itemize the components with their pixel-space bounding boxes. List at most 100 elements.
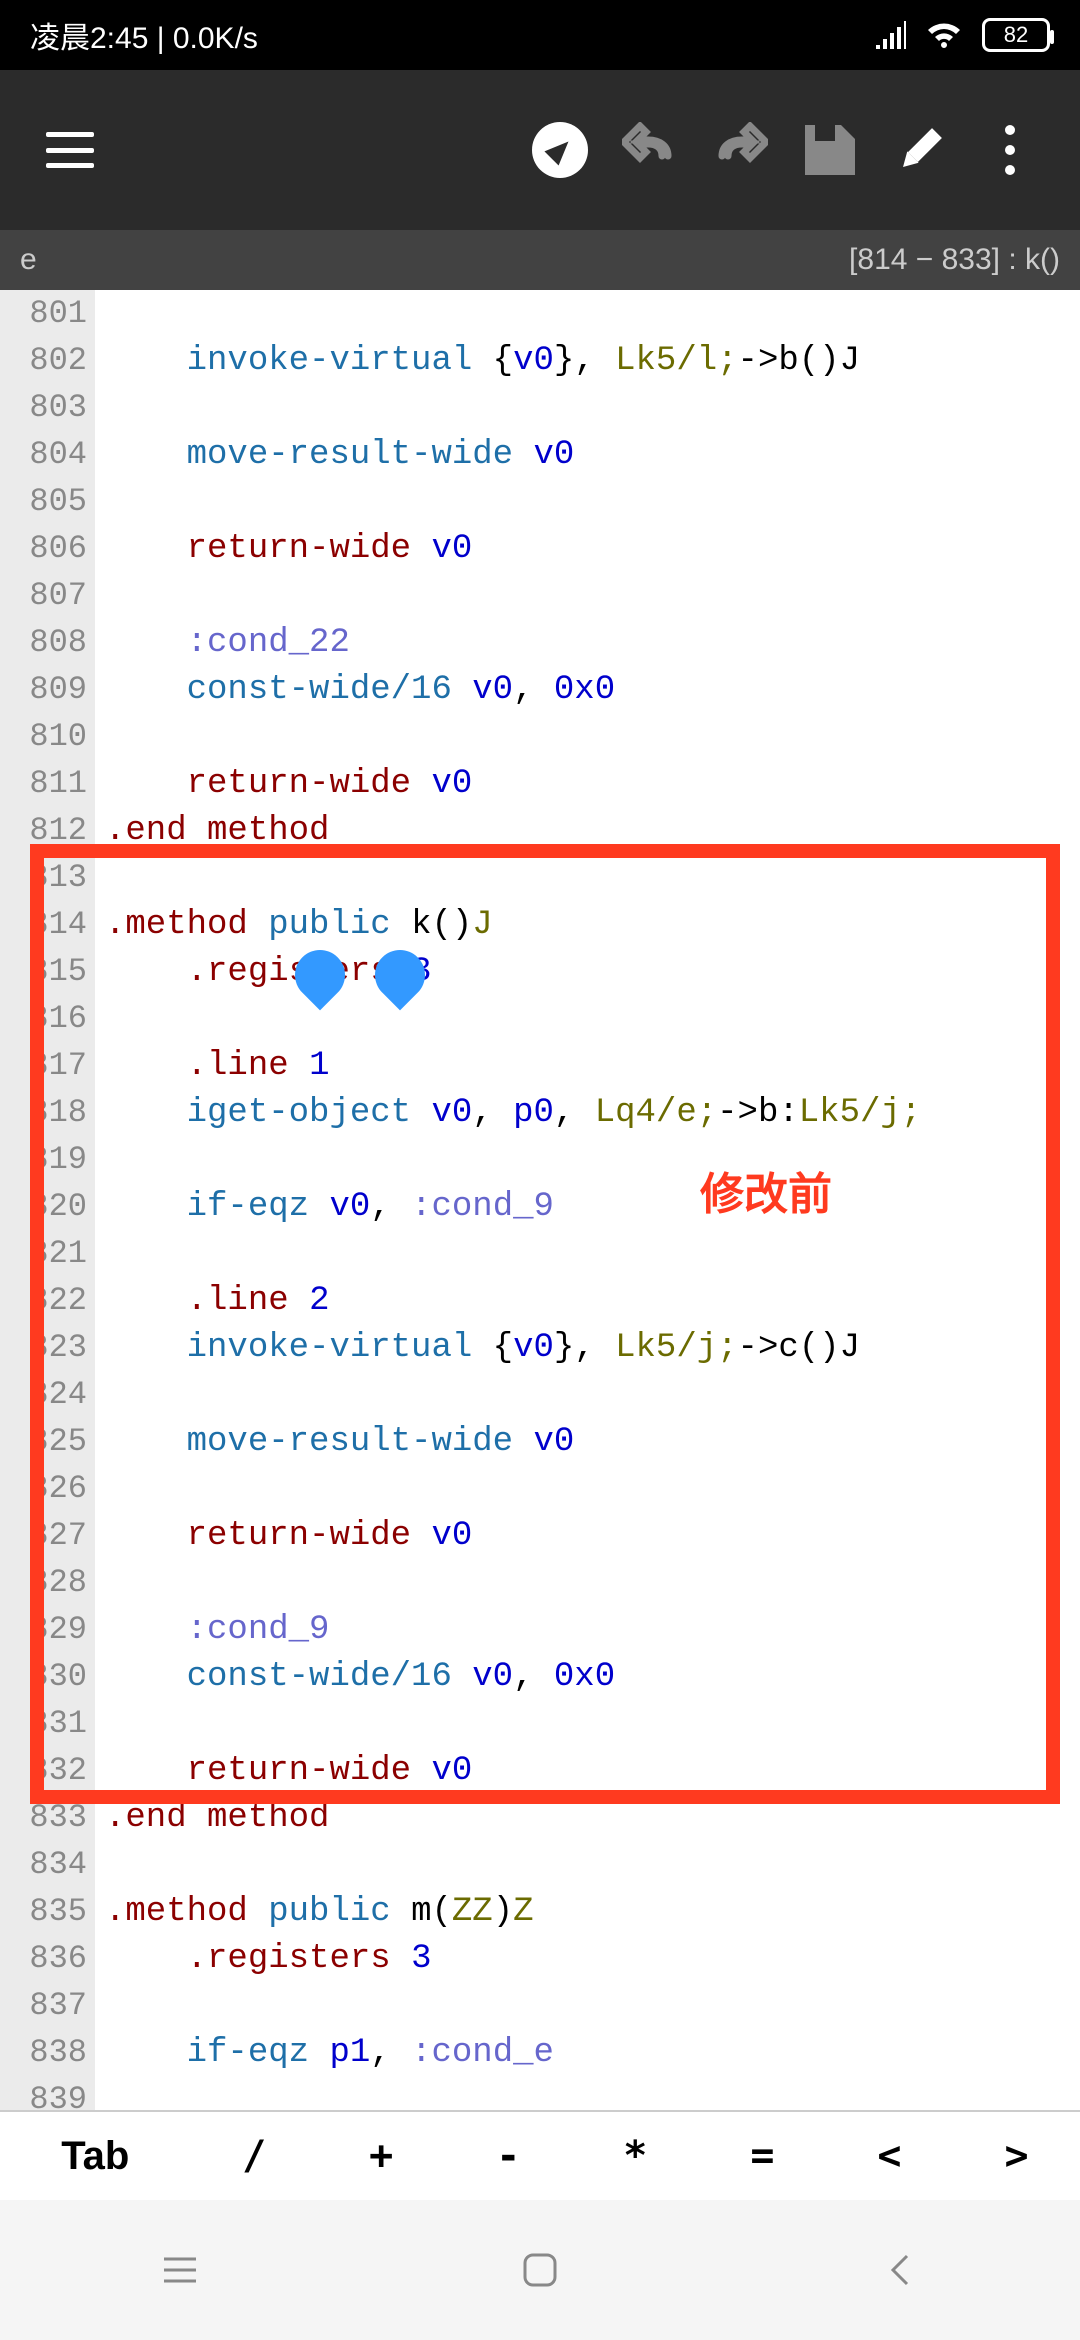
line-number: 816	[0, 995, 95, 1042]
code-line[interactable]: :cond_22	[95, 619, 350, 666]
code-line[interactable]: :cond_9	[95, 1606, 329, 1653]
line-number: 801	[0, 290, 95, 337]
sym-tab[interactable]: Tab	[0, 2112, 191, 2200]
compass-icon	[532, 122, 588, 178]
code-line[interactable]	[95, 1700, 105, 1747]
line-number: 828	[0, 1559, 95, 1606]
sym-slash[interactable]: /	[191, 2112, 318, 2200]
code-line[interactable]: if-eqz v0, :cond_9	[95, 1183, 554, 1230]
line-number: 825	[0, 1418, 95, 1465]
code-line[interactable]: invoke-virtual {v0}, Lk5/j;->c()J	[95, 1324, 860, 1371]
code-line[interactable]	[95, 478, 105, 525]
code-line[interactable]: invoke-virtual {v0}, Lk5/l;->b()J	[95, 337, 860, 384]
status-icons: 82	[874, 18, 1050, 52]
line-number: 823	[0, 1324, 95, 1371]
code-line[interactable]: .registers 3	[95, 1935, 431, 1982]
code-line[interactable]: return-wide v0	[95, 1747, 472, 1794]
code-line[interactable]	[95, 1465, 105, 1512]
line-number: 820	[0, 1183, 95, 1230]
undo-button[interactable]	[610, 110, 690, 190]
recent-icon	[162, 2255, 198, 2285]
code-line[interactable]	[95, 290, 105, 337]
code-line[interactable]: return-wide v0	[95, 525, 472, 572]
line-number: 837	[0, 1982, 95, 2029]
code-line[interactable]: .line 1	[95, 1042, 329, 1089]
code-line[interactable]	[95, 1982, 105, 2029]
code-line[interactable]	[95, 1371, 105, 1418]
line-number: 813	[0, 854, 95, 901]
code-line[interactable]	[95, 572, 105, 619]
back-icon	[885, 2250, 915, 2290]
sym-minus[interactable]: -	[445, 2112, 572, 2200]
line-number: 811	[0, 760, 95, 807]
code-area[interactable]: invoke-virtual {v0}, Lk5/l;->b()J move-r…	[95, 290, 1080, 2170]
code-line[interactable]	[95, 854, 105, 901]
code-line[interactable]: if-eqz p1, :cond_e	[95, 2029, 554, 2076]
line-number: 812	[0, 807, 95, 854]
code-line[interactable]: .method public k()J	[95, 901, 493, 948]
code-line[interactable]: .end method	[95, 1794, 329, 1841]
status-bar: 凌晨2:45 | 0.0K/s 82	[0, 0, 1080, 70]
code-line[interactable]	[95, 1559, 105, 1606]
info-bar: e [814 − 833] : k()	[0, 230, 1080, 290]
line-number: 817	[0, 1042, 95, 1089]
code-line[interactable]: move-result-wide v0	[95, 431, 574, 478]
menu-button[interactable]	[30, 110, 110, 190]
code-line[interactable]	[95, 384, 105, 431]
android-nav-bar	[0, 2200, 1080, 2340]
code-line[interactable]: iget-object v0, p0, Lq4/e;->b:Lk5/j;	[95, 1089, 921, 1136]
code-line[interactable]	[95, 1230, 105, 1277]
selection-handles[interactable]	[295, 950, 425, 1000]
nav-recent[interactable]	[150, 2240, 210, 2300]
code-line[interactable]: const-wide/16 v0, 0x0	[95, 1653, 615, 1700]
code-line[interactable]: move-result-wide v0	[95, 1418, 574, 1465]
line-number: 826	[0, 1465, 95, 1512]
line-number: 836	[0, 1935, 95, 1982]
selection-handle-right[interactable]	[365, 940, 436, 1011]
info-right: [814 − 833] : k()	[849, 243, 1060, 277]
line-number: 814	[0, 901, 95, 948]
status-time: 凌晨2:45 | 0.0K/s	[30, 13, 258, 57]
sym-lt[interactable]: <	[826, 2112, 953, 2200]
line-number: 808	[0, 619, 95, 666]
code-line[interactable]	[95, 1136, 105, 1183]
explore-button[interactable]	[520, 110, 600, 190]
code-editor[interactable]: 8018028038048058068078088098108118128138…	[0, 290, 1080, 2170]
redo-button[interactable]	[700, 110, 780, 190]
sym-star[interactable]: *	[572, 2112, 699, 2200]
line-number: 815	[0, 948, 95, 995]
signal-icon	[874, 21, 906, 49]
line-number: 834	[0, 1841, 95, 1888]
nav-back[interactable]	[870, 2240, 930, 2300]
sym-plus[interactable]: +	[318, 2112, 445, 2200]
line-number: 804	[0, 431, 95, 478]
line-number: 830	[0, 1653, 95, 1700]
edit-button[interactable]	[880, 110, 960, 190]
sym-gt[interactable]: >	[953, 2112, 1080, 2200]
code-line[interactable]: const-wide/16 v0, 0x0	[95, 666, 615, 713]
line-number: 833	[0, 1794, 95, 1841]
code-line[interactable]: return-wide v0	[95, 760, 472, 807]
line-number: 822	[0, 1277, 95, 1324]
line-number: 809	[0, 666, 95, 713]
line-number: 818	[0, 1089, 95, 1136]
wifi-icon	[924, 20, 964, 50]
nav-home[interactable]	[510, 2240, 570, 2300]
hamburger-icon	[46, 132, 94, 168]
line-number: 831	[0, 1700, 95, 1747]
code-line[interactable]: .end method	[95, 807, 329, 854]
line-number: 819	[0, 1136, 95, 1183]
code-line[interactable]: .line 2	[95, 1277, 329, 1324]
more-button[interactable]	[970, 110, 1050, 190]
sym-equals[interactable]: =	[699, 2112, 826, 2200]
selection-handle-left[interactable]	[285, 940, 356, 1011]
code-line[interactable]: return-wide v0	[95, 1512, 472, 1559]
code-line[interactable]	[95, 713, 105, 760]
line-number: 827	[0, 1512, 95, 1559]
code-line[interactable]	[95, 1841, 105, 1888]
line-number: 821	[0, 1230, 95, 1277]
save-button[interactable]	[790, 110, 870, 190]
code-line[interactable]	[95, 995, 105, 1042]
pencil-icon	[886, 116, 954, 184]
code-line[interactable]: .method public m(ZZ)Z	[95, 1888, 534, 1935]
